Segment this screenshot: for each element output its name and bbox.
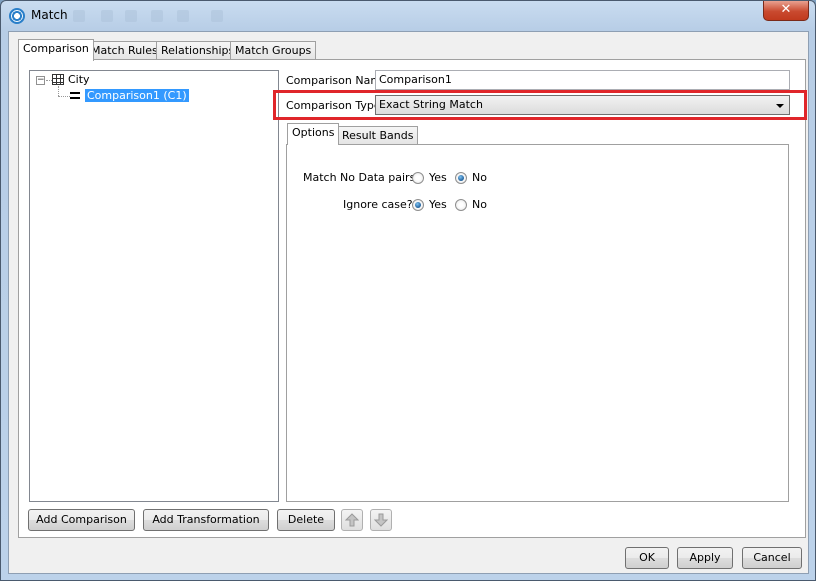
title-bar[interactable]: Match ✕ [1, 1, 815, 31]
table-grid-icon [52, 74, 64, 85]
radio-label-yes: Yes [429, 198, 447, 211]
ignore-case-label: Ignore case? [343, 198, 413, 211]
move-down-button[interactable] [370, 509, 392, 531]
highlight-box [273, 90, 807, 120]
add-comparison-button[interactable]: Add Comparison [28, 509, 135, 531]
match-no-data-no-radio[interactable] [455, 172, 467, 184]
tab-match-rules[interactable]: Match Rules [86, 41, 163, 61]
tree-item-label: City [68, 73, 90, 86]
comparison-tree[interactable]: − City Comparison1 (C1) [29, 70, 279, 502]
toolbar-ghost-icon [73, 10, 85, 22]
match-dialog-window: Match ✕ Comparison Match Rules Relations… [0, 0, 816, 581]
toolbar-ghost-icon [151, 10, 163, 22]
app-icon [9, 8, 25, 24]
close-icon: ✕ [780, 2, 792, 17]
ignore-case-yes-radio[interactable] [412, 199, 424, 211]
tab-comparison[interactable]: Comparison [18, 39, 94, 61]
move-up-button[interactable] [341, 509, 363, 531]
ignore-case-no-radio[interactable] [455, 199, 467, 211]
toolbar-ghost-icon [211, 10, 223, 22]
tree-item-label: Comparison1 (C1) [85, 89, 189, 102]
add-transformation-button[interactable]: Add Transformation [143, 509, 269, 531]
ok-button[interactable]: OK [625, 547, 669, 569]
tree-item-city[interactable]: City [68, 72, 90, 88]
toolbar-ghost-icon [177, 10, 189, 22]
radio-label-no: No [472, 171, 487, 184]
tree-item-comparison1[interactable]: Comparison1 (C1) [85, 88, 189, 104]
apply-button[interactable]: Apply [677, 547, 733, 569]
arrow-up-icon [345, 513, 359, 527]
match-no-data-yes-radio[interactable] [412, 172, 424, 184]
arrow-down-icon [374, 513, 388, 527]
tree-connector [58, 86, 59, 96]
cancel-button[interactable]: Cancel [742, 547, 802, 569]
toolbar-ghost-icon [101, 10, 113, 22]
close-button[interactable]: ✕ [763, 1, 809, 21]
comparison-name-label: Comparison Name [286, 74, 388, 87]
tab-result-bands[interactable]: Result Bands [337, 126, 419, 146]
match-no-data-label: Match No Data pairs? [303, 171, 422, 184]
tree-connector [58, 96, 70, 97]
options-panel: Match No Data pairs? Yes No Ignore case?… [286, 144, 789, 502]
tab-relationships[interactable]: Relationships [156, 41, 240, 61]
tab-match-groups[interactable]: Match Groups [230, 41, 317, 61]
collapse-icon[interactable]: − [36, 76, 45, 85]
equals-icon [70, 92, 80, 99]
delete-button[interactable]: Delete [277, 509, 335, 531]
radio-label-no: No [472, 198, 487, 211]
tab-options[interactable]: Options [287, 123, 340, 145]
dialog-client: Comparison Match Rules Relationships Mat… [8, 31, 809, 574]
radio-label-yes: Yes [429, 171, 447, 184]
window-title: Match [31, 8, 68, 22]
comparison-name-input[interactable]: Comparison1 [375, 70, 790, 90]
toolbar-ghost-icon [125, 10, 137, 22]
